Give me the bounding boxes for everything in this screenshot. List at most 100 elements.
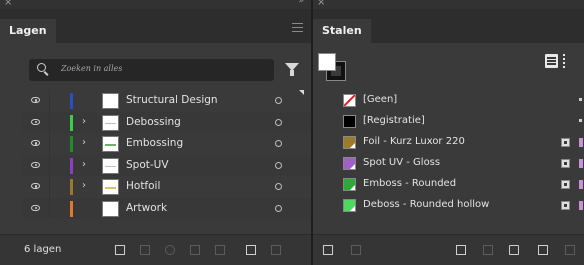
fill-swatch[interactable]: [318, 53, 336, 71]
swatch-chip: [343, 199, 356, 212]
search-input[interactable]: Zoeken in alles: [29, 59, 274, 81]
swatch-row[interactable]: [Geen]: [333, 90, 584, 111]
layer-color-bar: [70, 114, 73, 131]
target-circle-icon[interactable]: [275, 204, 282, 212]
library-icon[interactable]: [323, 245, 333, 255]
swatch-row[interactable]: [Registratie]: [333, 111, 584, 132]
filter-icon[interactable]: [285, 63, 299, 76]
target-circle-icon[interactable]: [275, 140, 282, 147]
swatch-row[interactable]: Foil - Kurz Luxor 220: [333, 132, 584, 153]
visibility-eye-icon[interactable]: [31, 97, 40, 103]
column-divider: [49, 111, 50, 133]
swatch-name[interactable]: Deboss - Rounded hollow: [363, 199, 489, 210]
spot-color-icon: [561, 159, 570, 168]
layer-name[interactable]: Embossing: [126, 137, 183, 149]
nonglobal-marker-icon: [579, 98, 582, 101]
link-icon[interactable]: [190, 245, 200, 255]
visibility-eye-icon[interactable]: [31, 204, 40, 211]
tab-swatches[interactable]: Stalen: [313, 19, 371, 43]
visibility-eye-icon[interactable]: [31, 183, 40, 189]
close-icon[interactable]: ×: [317, 0, 325, 9]
swatch-row[interactable]: Spot UV - Gloss: [333, 153, 584, 174]
list-view-icon[interactable]: [545, 54, 558, 68]
expand-chevron-icon[interactable]: ›: [82, 116, 86, 127]
grid-view-icon[interactable]: [563, 54, 569, 68]
color-group-icon[interactable]: [456, 245, 466, 255]
thumbnail-stroke: [105, 144, 116, 146]
layer-thumbnail: [102, 200, 119, 217]
make-clipping-mask-icon[interactable]: [115, 245, 125, 255]
layer-name[interactable]: Spot-UV: [126, 159, 169, 171]
locate-object-icon[interactable]: [165, 245, 175, 255]
expand-chevron-icon[interactable]: ›: [82, 137, 86, 148]
collect-icon[interactable]: [140, 245, 150, 255]
layer-count: 6 lagen: [24, 244, 62, 255]
visibility-eye-icon[interactable]: [31, 161, 40, 168]
layer-row[interactable]: › Embossing: [22, 133, 311, 155]
target-circle-icon[interactable]: [275, 183, 282, 190]
layer-row[interactable]: › Spot-UV: [22, 154, 311, 176]
target-circle-icon[interactable]: [275, 118, 282, 126]
swatch-name[interactable]: [Geen]: [363, 94, 397, 105]
swatches-footer: [313, 234, 584, 265]
layer-name[interactable]: Structural Design: [126, 94, 218, 106]
layer-name[interactable]: Hotfoil: [126, 180, 160, 192]
swatch-name[interactable]: Emboss - Rounded: [363, 178, 456, 189]
visibility-eye-icon[interactable]: [31, 140, 40, 146]
nonglobal-marker-icon: [579, 119, 582, 122]
layer-row[interactable]: › Debossing: [22, 111, 311, 133]
spot-color-marker: [350, 185, 355, 190]
layer-color-bar: [70, 93, 73, 109]
convert-icon[interactable]: [215, 245, 225, 255]
target-circle-icon[interactable]: [275, 161, 282, 169]
column-divider: [49, 90, 50, 112]
fill-stroke-indicator[interactable]: [318, 53, 348, 83]
swatch-list: [Geen] [Registratie] Foil - Kurz Luxor 220…: [333, 90, 584, 216]
layer-thumbnail: [102, 136, 119, 152]
color-options-icon[interactable]: [483, 245, 493, 255]
swatch-row[interactable]: Deboss - Rounded hollow: [333, 195, 584, 216]
thumbnail-stroke: [105, 122, 116, 124]
layer-list: Structural Design › Debossing › Embossing › Sp…: [22, 90, 311, 219]
panel-menu-icon[interactable]: [292, 23, 303, 32]
swatch-chip: [343, 178, 356, 191]
folder-icon[interactable]: [509, 245, 519, 255]
swatches-panel: × Stalen [Geen] [Registratie] Foil - Kurz …: [313, 0, 584, 265]
new-swatch-icon[interactable]: [538, 245, 548, 255]
swatch-row[interactable]: Emboss - Rounded: [333, 174, 584, 195]
layer-color-bar: [70, 136, 73, 152]
collapse-icon[interactable]: »: [298, 0, 303, 6]
tab-bar: Stalen: [313, 9, 584, 43]
expand-chevron-icon[interactable]: ›: [82, 180, 86, 191]
swatch-name[interactable]: Spot UV - Gloss: [363, 157, 440, 168]
layer-name[interactable]: Artwork: [126, 202, 167, 214]
spot-color-marker: [350, 164, 355, 169]
column-divider: [49, 133, 50, 155]
spot-color-icon: [561, 138, 570, 147]
layer-color-bar: [70, 157, 73, 174]
swatch-chip: [343, 94, 356, 107]
visibility-eye-icon[interactable]: [31, 118, 40, 125]
swatch-name[interactable]: [Registratie]: [363, 115, 425, 126]
layer-name[interactable]: Debossing: [126, 116, 181, 128]
swatch-name[interactable]: Foil - Kurz Luxor 220: [363, 136, 465, 147]
delete-icon[interactable]: [271, 245, 281, 255]
panel-close-bar: × »: [0, 0, 311, 9]
layer-row[interactable]: Structural Design: [22, 90, 311, 112]
swatch-chip: [343, 157, 356, 170]
panel-close-bar: ×: [313, 0, 584, 9]
expand-chevron-icon[interactable]: ›: [82, 159, 86, 170]
close-icon[interactable]: ×: [4, 0, 12, 9]
tab-layers[interactable]: Lagen: [0, 19, 56, 43]
place-swatch-icon[interactable]: [351, 245, 361, 255]
layer-row[interactable]: › Hotfoil: [22, 176, 311, 198]
swatch-chip: [343, 136, 356, 149]
layer-row[interactable]: Artwork: [22, 197, 311, 219]
cmyk-mode-icon: [579, 201, 583, 210]
new-sublayer-icon[interactable]: [246, 245, 256, 255]
tab-bar: Lagen: [0, 9, 311, 43]
delete-icon[interactable]: [565, 245, 575, 255]
spot-color-icon: [561, 180, 570, 189]
target-circle-icon[interactable]: [275, 97, 282, 104]
layer-thumbnail: [102, 157, 119, 174]
